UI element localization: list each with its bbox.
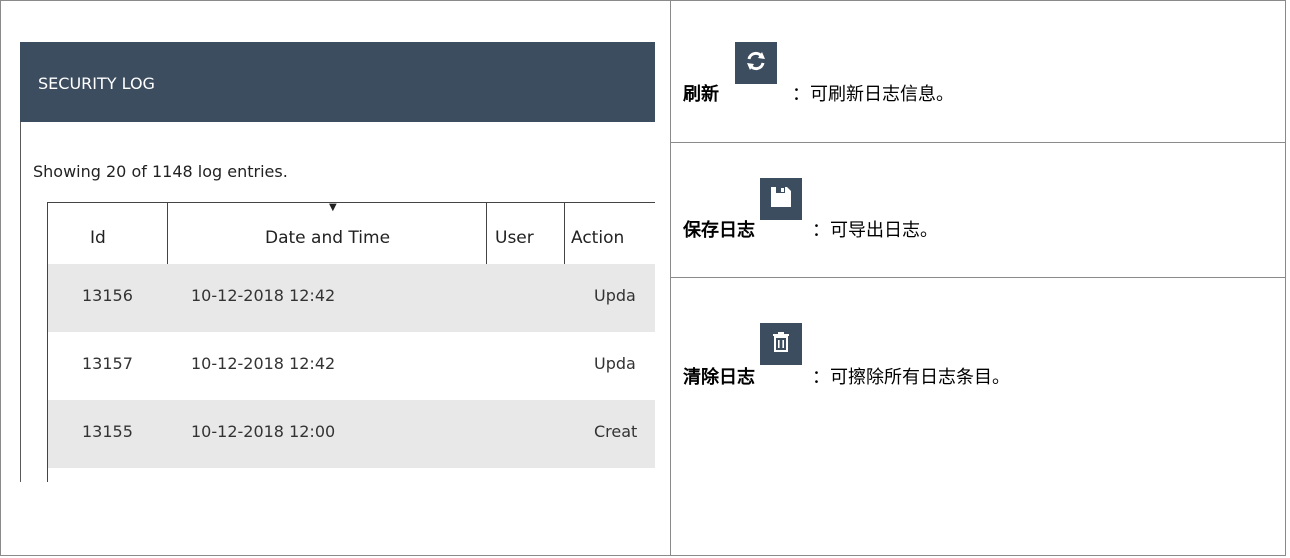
cell-action: Upda xyxy=(594,286,636,305)
row-divider xyxy=(671,142,1286,143)
trash-icon xyxy=(769,330,793,358)
column-header-id[interactable]: Id xyxy=(90,228,106,248)
row-divider xyxy=(671,277,1286,278)
refresh-button[interactable] xyxy=(735,42,777,84)
clear-log-text: ：可擦除所有日志条目。 xyxy=(812,367,1010,388)
security-log-title: SECURITY LOG xyxy=(38,74,155,93)
refresh-icon xyxy=(743,48,769,78)
column-separator xyxy=(564,202,565,264)
refresh-label: 刷新 xyxy=(683,84,719,105)
security-log-screenshot: SECURITY LOG Showing 20 of 1148 log entr… xyxy=(20,42,655,482)
column-divider xyxy=(670,0,671,556)
clear-log-description: 清除日志 xyxy=(683,363,755,389)
table-row[interactable]: 13157 10-12-2018 12:42 Upda xyxy=(48,332,655,400)
entries-count-text: Showing 20 of 1148 log entries. xyxy=(33,162,288,181)
save-log-label: 保存日志 xyxy=(683,220,755,241)
column-header-date-time[interactable]: Date and Time xyxy=(265,228,390,248)
security-log-header: SECURITY LOG xyxy=(20,42,655,122)
column-separator xyxy=(486,202,487,264)
cell-datetime: 10-12-2018 12:00 xyxy=(191,422,336,441)
cell-datetime: 10-12-2018 12:42 xyxy=(191,354,336,373)
cell-action: Upda xyxy=(594,354,636,373)
cell-id: 13155 xyxy=(82,422,133,441)
table-row[interactable]: 13155 10-12-2018 12:00 Creat xyxy=(48,400,655,468)
clear-log-button[interactable] xyxy=(760,323,802,365)
clear-log-label: 清除日志 xyxy=(683,367,755,388)
save-log-button[interactable] xyxy=(760,178,802,220)
table-row[interactable]: 13156 10-12-2018 12:42 Upda xyxy=(48,264,655,332)
save-log-text: ：可导出日志。 xyxy=(812,220,938,241)
cell-id: 13156 xyxy=(82,286,133,305)
refresh-text: ：可刷新日志信息。 xyxy=(792,84,954,105)
save-log-description: 保存日志 xyxy=(683,216,755,242)
save-icon xyxy=(768,184,794,214)
panel-border xyxy=(20,122,21,482)
refresh-description: 刷新 xyxy=(683,80,719,106)
column-header-action[interactable]: Action xyxy=(571,228,624,248)
log-table: Id ▼ Date and Time User Action 13156 10-… xyxy=(47,202,655,482)
cell-action: Creat xyxy=(594,422,638,441)
cell-datetime: 10-12-2018 12:42 xyxy=(191,286,336,305)
column-header-user[interactable]: User xyxy=(495,228,534,248)
sort-descending-icon: ▼ xyxy=(329,202,337,213)
column-separator xyxy=(167,202,168,264)
cell-id: 13157 xyxy=(82,354,133,373)
